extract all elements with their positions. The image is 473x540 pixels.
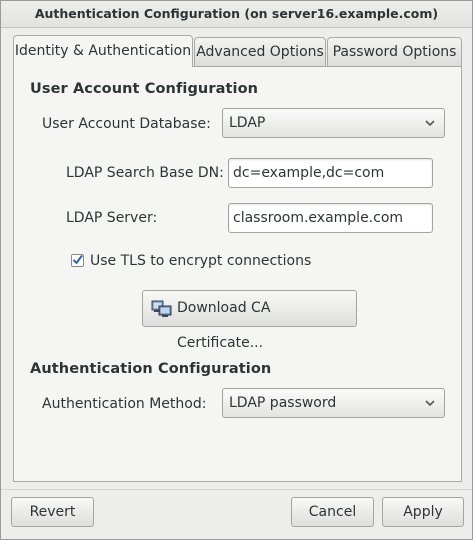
- window-title: Authentication Configuration (on server1…: [1, 1, 472, 28]
- tab-panel: User Account Configuration User Account …: [13, 66, 462, 482]
- tls-checkbox[interactable]: [71, 254, 84, 267]
- chevron-down-icon: [425, 120, 435, 127]
- authentication-method-label: Authentication Method:: [42, 396, 207, 412]
- footer-separator: [1, 489, 472, 490]
- user-account-heading: User Account Configuration: [30, 81, 259, 97]
- dialog-window: Authentication Configuration (on server1…: [0, 0, 473, 540]
- check-icon: [72, 254, 83, 265]
- tab-identity-authentication[interactable]: Identity & Authentication: [13, 35, 193, 67]
- ldap-base-dn-label: LDAP Search Base DN:: [66, 165, 224, 181]
- ldap-server-field[interactable]: classroom.example.com: [228, 203, 433, 233]
- authentication-method-value: LDAP password: [229, 395, 337, 411]
- tls-label[interactable]: Use TLS to encrypt connections: [90, 253, 311, 269]
- download-ca-certificate-label: Download CA Certificate...: [177, 300, 271, 351]
- revert-button[interactable]: Revert: [11, 497, 94, 527]
- user-account-database-label: User Account Database:: [42, 116, 211, 132]
- user-account-database-value: LDAP: [229, 115, 266, 131]
- user-account-database-combo[interactable]: LDAP: [222, 108, 445, 138]
- download-ca-certificate-button[interactable]: Download CA Certificate...: [142, 290, 357, 351]
- network-computer-icon: [151, 300, 172, 317]
- tab-password-options[interactable]: Password Options: [327, 37, 462, 66]
- apply-button[interactable]: Apply: [382, 497, 464, 527]
- chevron-down-icon: [425, 400, 435, 407]
- ldap-server-label: LDAP Server:: [66, 210, 158, 226]
- authentication-method-combo[interactable]: LDAP password: [222, 388, 445, 418]
- authentication-heading: Authentication Configuration: [30, 361, 272, 377]
- tab-advanced-options[interactable]: Advanced Options: [194, 37, 326, 66]
- cancel-button[interactable]: Cancel: [291, 497, 374, 527]
- ldap-base-dn-field[interactable]: dc=example,dc=com: [228, 158, 433, 188]
